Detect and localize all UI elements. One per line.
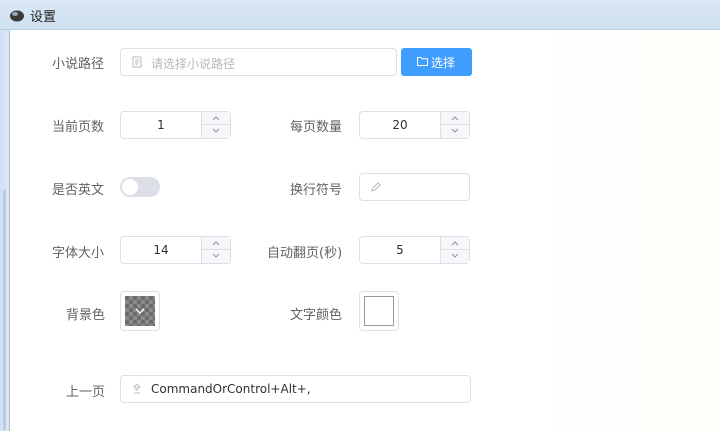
stepper-controls — [440, 237, 469, 263]
chevron-down-icon — [451, 128, 459, 133]
background-color-label: 背景色 — [66, 308, 106, 323]
chevron-down-icon — [135, 308, 145, 314]
current-page-stepper[interactable]: 1 — [120, 111, 231, 139]
decrement-button[interactable] — [202, 125, 230, 138]
prev-page-shortcut-input[interactable]: CommandOrControl+Alt+, — [120, 375, 471, 403]
per-page-label: 每页数量 — [290, 120, 343, 135]
chevron-down-icon — [451, 253, 459, 258]
chevron-down-icon — [212, 128, 220, 133]
decrement-button[interactable] — [441, 125, 469, 138]
text-color-picker[interactable] — [359, 291, 399, 331]
stepper-controls — [201, 112, 230, 138]
increment-button[interactable] — [202, 112, 230, 125]
per-page-value: 20 — [392, 118, 408, 132]
choose-path-label: 选择 — [431, 56, 456, 70]
decrement-button[interactable] — [202, 250, 230, 263]
chevron-up-icon — [451, 116, 459, 121]
chevron-down-icon — [212, 253, 220, 258]
text-color-swatch — [364, 296, 394, 326]
chevron-up-icon — [212, 116, 220, 121]
document-icon — [132, 56, 142, 68]
toggle-knob — [122, 179, 138, 195]
window-title: 设置 — [30, 10, 57, 25]
font-size-stepper[interactable]: 14 — [120, 236, 231, 264]
font-size-value: 14 — [153, 243, 169, 257]
increment-button[interactable] — [441, 112, 469, 125]
text-color-label: 文字颜色 — [290, 308, 343, 323]
background-color-picker[interactable] — [120, 291, 160, 331]
is-english-toggle[interactable] — [120, 177, 160, 197]
chevron-up-icon — [212, 241, 220, 246]
stepper-controls — [201, 237, 230, 263]
window-frame-left — [0, 30, 10, 431]
auto-flip-stepper[interactable]: 5 — [359, 236, 470, 264]
app-icon — [10, 10, 24, 22]
is-english-label: 是否英文 — [52, 183, 105, 198]
increment-button[interactable] — [202, 237, 230, 250]
prev-page-shortcut-value: CommandOrControl+Alt+, — [151, 382, 311, 396]
novel-path-placeholder: 请选择小说路径 — [151, 57, 236, 71]
folder-icon — [417, 57, 428, 66]
novel-path-label: 小说路径 — [52, 57, 105, 72]
window-titlebar: 设置 — [0, 0, 720, 30]
auto-flip-label: 自动翻页(秒) — [267, 246, 343, 261]
prev-page-label: 上一页 — [66, 385, 106, 400]
chevron-up-icon — [451, 241, 459, 246]
line-break-input[interactable] — [359, 173, 470, 201]
novel-path-input[interactable]: 请选择小说路径 — [120, 48, 397, 76]
increment-button[interactable] — [441, 237, 469, 250]
current-page-label: 当前页数 — [52, 120, 105, 135]
keyboard-icon — [132, 383, 142, 394]
stepper-controls — [440, 112, 469, 138]
auto-flip-value: 5 — [396, 243, 404, 257]
per-page-stepper[interactable]: 20 — [359, 111, 470, 139]
line-break-label: 换行符号 — [290, 183, 343, 198]
panel-background — [520, 30, 720, 431]
frame-shade — [3, 190, 6, 430]
edit-icon — [371, 182, 381, 192]
font-size-label: 字体大小 — [52, 246, 105, 261]
current-page-value: 1 — [157, 118, 165, 132]
background-color-swatch — [125, 296, 155, 326]
decrement-button[interactable] — [441, 250, 469, 263]
choose-path-button[interactable]: 选择 — [401, 48, 472, 76]
